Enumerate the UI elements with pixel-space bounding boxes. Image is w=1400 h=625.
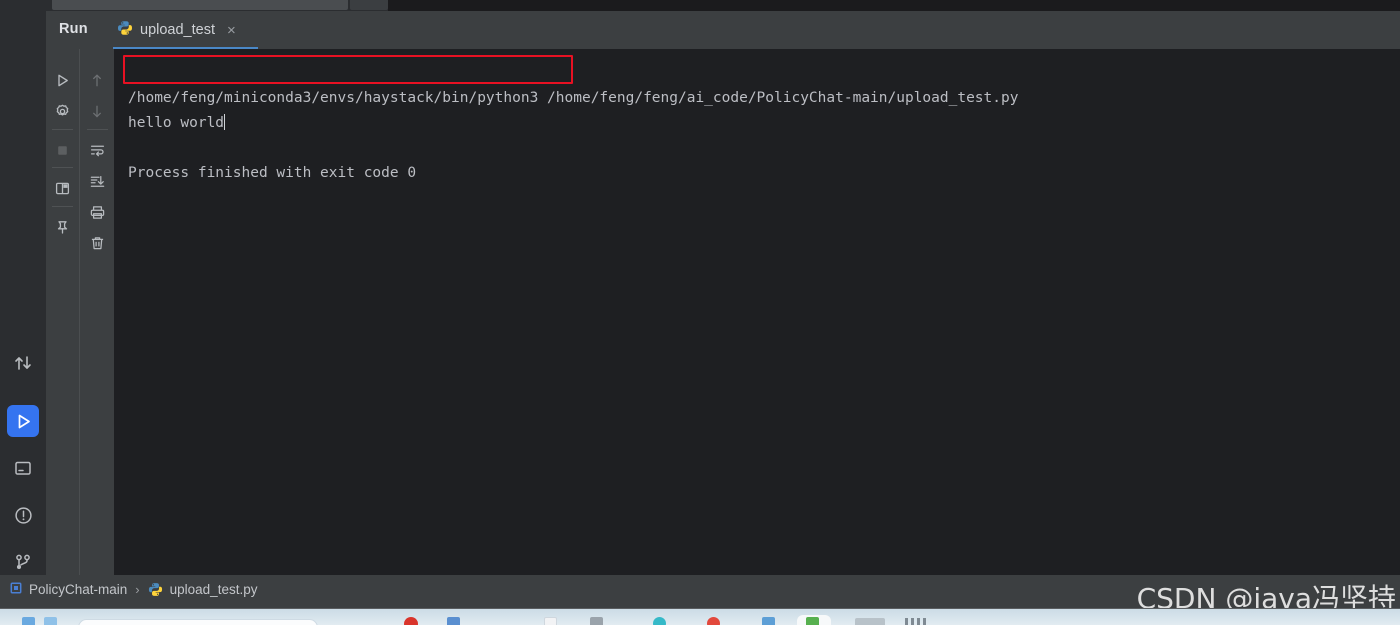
taskbar-app-5[interactable] <box>544 617 557 625</box>
activity-bar <box>0 11 46 575</box>
console-output[interactable]: /home/feng/miniconda3/envs/haystack/bin/… <box>114 49 1400 575</box>
taskbar-app-11[interactable] <box>855 618 885 625</box>
toolbar-separator <box>52 129 73 130</box>
status-bar: PolicyChat-main › upload_test.py CSDN @j… <box>0 575 1400 615</box>
run-toolbar-left <box>46 49 79 575</box>
python-icon <box>148 582 163 597</box>
print-icon[interactable] <box>80 198 114 226</box>
console-python-path: /home/feng/miniconda3/envs/haystack/bin/… <box>128 90 539 106</box>
console-script-path: /home/feng/feng/ai_code/PolicyChat-main/… <box>538 90 1019 106</box>
taskbar-app-9[interactable] <box>762 617 775 625</box>
console-caret <box>224 114 226 130</box>
toolbar-separator-2 <box>52 167 73 168</box>
pycharm-window: Run upload_test × /home/feng/miniconda3/… <box>0 0 1400 625</box>
run-window-header: Run upload_test × <box>46 11 1400 49</box>
problems-icon[interactable] <box>7 499 39 531</box>
editor-tab-partial-2[interactable] <box>350 0 388 10</box>
module-icon <box>10 582 22 597</box>
console-exit-line: Process finished with exit code 0 <box>128 165 417 181</box>
down-arrow-icon[interactable] <box>80 97 114 125</box>
editor-tab-partial[interactable] <box>52 0 348 10</box>
taskbar-app-1[interactable] <box>22 617 35 625</box>
taskbar-app-2[interactable] <box>44 617 57 625</box>
taskbar-app-7[interactable] <box>653 617 666 625</box>
taskbar-app-6[interactable] <box>590 617 603 625</box>
breadcrumb-item-file[interactable]: upload_test.py <box>170 582 258 597</box>
trash-icon[interactable] <box>80 229 114 257</box>
breadcrumb-item-project[interactable]: PolicyChat-main <box>29 582 127 597</box>
taskbar-app-3[interactable] <box>404 617 418 625</box>
editor-area-partial <box>388 0 1400 11</box>
git-icon[interactable] <box>7 546 39 578</box>
os-taskbar <box>0 608 1400 625</box>
taskbar-app-10[interactable] <box>806 617 819 625</box>
soft-wrap-icon[interactable] <box>80 136 114 164</box>
close-icon[interactable]: × <box>227 23 236 38</box>
toolbar-separator-r1 <box>87 129 108 130</box>
taskbar-app-4[interactable] <box>447 617 460 625</box>
run-tool-window: Run upload_test × /home/feng/miniconda3/… <box>46 11 1400 575</box>
stop-icon[interactable] <box>46 136 79 164</box>
layout-settings-icon[interactable] <box>46 174 79 202</box>
terminal-icon[interactable] <box>7 452 39 484</box>
toolbar-separator-3 <box>52 206 73 207</box>
breadcrumb-separator: › <box>135 582 140 597</box>
commit-icon[interactable] <box>7 347 39 379</box>
python-icon <box>117 20 133 41</box>
run-icon[interactable] <box>7 405 39 437</box>
settings-gear-icon[interactable] <box>46 97 79 125</box>
rerun-icon[interactable] <box>46 66 79 94</box>
console-command-line: /home/feng/miniconda3/envs/haystack/bin/… <box>128 90 1018 106</box>
run-tab-upload-test[interactable]: upload_test × <box>113 18 240 42</box>
taskbar-app-12[interactable] <box>905 618 927 625</box>
run-toolbar-right <box>79 49 114 575</box>
taskbar-app-8[interactable] <box>707 617 720 625</box>
console-output-line: hello world <box>128 115 225 131</box>
pin-icon[interactable] <box>46 213 79 241</box>
up-arrow-icon[interactable] <box>80 66 114 94</box>
scroll-to-end-icon[interactable] <box>80 167 114 195</box>
run-window-title: Run <box>59 21 88 37</box>
run-tab-label: upload_test <box>140 22 215 38</box>
breadcrumb: PolicyChat-main › upload_test.py <box>10 582 257 597</box>
editor-tabs-strip <box>0 0 1400 11</box>
taskbar-search-pill[interactable] <box>78 619 318 625</box>
